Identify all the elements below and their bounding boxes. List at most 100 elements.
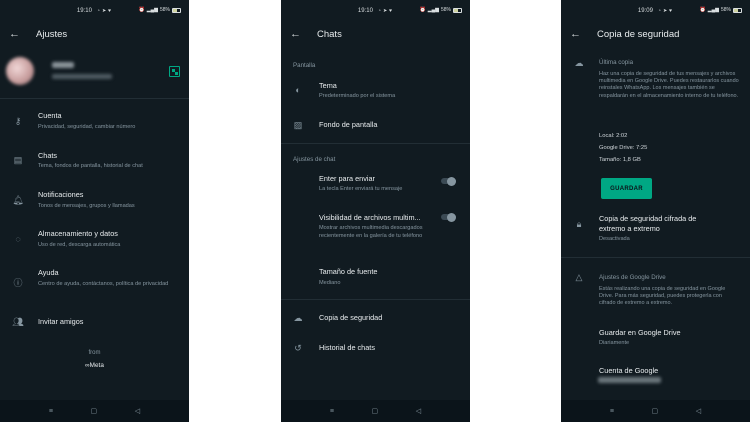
wallpaper-icon: ▨ [293, 120, 303, 130]
last-backup-description: Haz una copia de seguridad de tus mensaj… [599, 71, 739, 99]
setting-label: Copia de seguridad [319, 313, 383, 322]
section-header-gdrive: Ajustes de Google Drive [599, 274, 666, 281]
home-icon[interactable]: ▢ [372, 407, 379, 415]
app-bar: ← Copia de seguridad [561, 22, 750, 48]
divider [561, 257, 750, 258]
setting-label: Tamaño de fuente [319, 267, 378, 276]
chats-settings-screen: 19:10 ◔ ➤ ♥ ⏰ ▂▄▆ 58% ← Chats Pantalla ◐… [281, 0, 470, 422]
telegram-notif-icon: ➤ [382, 8, 388, 14]
setting-label: Copia de seguridad cifrada de extremo a … [599, 214, 697, 233]
meta-logo: ∞Meta [85, 362, 104, 369]
setting-label: Cuenta de Google [599, 366, 659, 375]
divider [0, 98, 189, 99]
people-icon: 👥︎ [12, 317, 24, 327]
telegram-notif-icon: ➤ [662, 8, 668, 14]
system-nav-bar: ≡ ▢ ◁ [0, 400, 189, 422]
settings-item-sub: Uso de red, descarga automática [38, 242, 121, 248]
page-title: Copia de seguridad [597, 29, 680, 40]
status-bar: 19:10 ◔ ➤ ♥ ⏰ ▂▄▆ 58% [281, 0, 470, 22]
history-icon: ↺ [294, 343, 302, 353]
divider [281, 299, 470, 300]
settings-item-label: Notificaciones [38, 190, 84, 199]
settings-item-label: Invitar amigos [38, 317, 84, 326]
setting-sub: La tecla Enter enviará tu mensaje [319, 186, 403, 192]
setting-label: Visibilidad de archivos multim... [319, 213, 421, 222]
heart-notif-icon: ♥ [389, 8, 393, 14]
google-drive-icon: △ [575, 272, 583, 282]
setting-label: Fondo de pantalla [319, 120, 378, 129]
settings-item-sub: Centro de ayuda, contáctanos, política d… [38, 281, 169, 287]
alarm-icon: ⏰ [699, 7, 706, 13]
back-arrow-icon[interactable]: ← [9, 26, 20, 42]
app-bar: ← Ajustes [0, 22, 189, 48]
bell-icon: 🔔︎ [12, 195, 24, 205]
signal-icon: ▂▄▆ [146, 7, 158, 13]
alarm-icon: ⏰ [138, 7, 145, 13]
menu-icon[interactable]: ≡ [330, 408, 334, 415]
setting-sub: Mediano [319, 280, 341, 286]
settings-item-label: Cuenta [38, 111, 62, 120]
battery-percent: 58% [159, 7, 170, 13]
section-header-chat-settings: Ajustes de chat [293, 156, 336, 163]
settings-screen: 19:10 ◔ ➤ ♥ ⏰ ▂▄▆ 58% ← Ajustes ⚷ Cuenta… [0, 0, 189, 422]
system-nav-bar: ≡ ▢ ◁ [281, 400, 470, 422]
menu-icon[interactable]: ≡ [610, 408, 614, 415]
status-time: 19:10 [76, 8, 92, 14]
telegram-notif-icon: ➤ [101, 8, 107, 14]
gdrive-backup-time: Google Drive: 7:25 [599, 145, 648, 151]
system-nav-bar: ≡ ▢ ◁ [561, 400, 750, 422]
qr-code-icon[interactable] [169, 66, 180, 77]
setting-sub: Desactivada [599, 236, 630, 242]
help-icon: ⓘ [13, 278, 23, 288]
whatsapp-notif-icon: ◔ [377, 8, 381, 14]
battery-percent: 58% [440, 7, 451, 13]
lock-icon: 🔒︎ [576, 219, 582, 229]
media-visibility-toggle[interactable] [441, 212, 456, 222]
settings-item-sub: Tonos de mensajes, grupos y llamadas [38, 203, 135, 209]
setting-label: Guardar en Google Drive [599, 328, 681, 337]
cloud-upload-icon: ☁ [574, 58, 584, 68]
settings-item-label: Almacenamiento y datos [38, 229, 118, 238]
settings-item-sub: Tema, fondos de pantalla, historial de c… [38, 163, 143, 169]
setting-sub: Mostrar archivos multimedia descargados … [319, 225, 423, 239]
heart-notif-icon: ♥ [669, 8, 673, 14]
back-icon[interactable]: ◁ [696, 407, 701, 415]
enter-to-send-toggle[interactable] [441, 176, 456, 186]
menu-icon[interactable]: ≡ [49, 408, 53, 415]
setting-label: Historial de chats [319, 343, 375, 352]
back-arrow-icon[interactable]: ← [290, 26, 301, 42]
key-icon: ⚷ [14, 116, 22, 126]
whatsapp-notif-icon: ◔ [96, 8, 100, 14]
settings-item-sub: Privacidad, seguridad, cambiar número [38, 124, 136, 130]
avatar[interactable] [6, 57, 34, 85]
back-arrow-icon[interactable]: ← [570, 26, 581, 42]
settings-item-label: Ayuda [38, 268, 59, 277]
back-icon[interactable]: ◁ [135, 407, 140, 415]
setting-sub: Predeterminado por el sistema [319, 93, 396, 99]
save-backup-button[interactable]: GUARDAR [601, 178, 652, 199]
divider [281, 143, 470, 144]
chat-icon: ▤ [13, 155, 23, 165]
heart-notif-icon: ♥ [108, 8, 112, 14]
app-bar: ← Chats [281, 22, 470, 48]
battery-icon [172, 7, 181, 13]
battery-percent: 58% [720, 7, 731, 13]
whatsapp-notif-icon: ◔ [657, 8, 661, 14]
backup-size: Tamaño: 1,8 GB [599, 157, 641, 163]
account-email-redacted [598, 377, 661, 383]
from-label: from [88, 350, 101, 356]
page-title: Chats [317, 29, 342, 40]
battery-icon [453, 7, 462, 13]
last-backup-title: Última copia [599, 59, 634, 66]
cloud-upload-icon: ☁ [293, 313, 303, 323]
page-title: Ajustes [36, 29, 68, 40]
settings-item-label: Chats [38, 151, 58, 160]
section-header-display: Pantalla [293, 62, 316, 69]
home-icon[interactable]: ▢ [91, 407, 98, 415]
battery-icon [733, 7, 742, 13]
profile-name-redacted[interactable] [52, 62, 74, 68]
home-icon[interactable]: ▢ [652, 407, 659, 415]
setting-sub: Diariamente [599, 340, 630, 346]
back-icon[interactable]: ◁ [416, 407, 421, 415]
data-usage-icon: ◌ [15, 234, 21, 244]
